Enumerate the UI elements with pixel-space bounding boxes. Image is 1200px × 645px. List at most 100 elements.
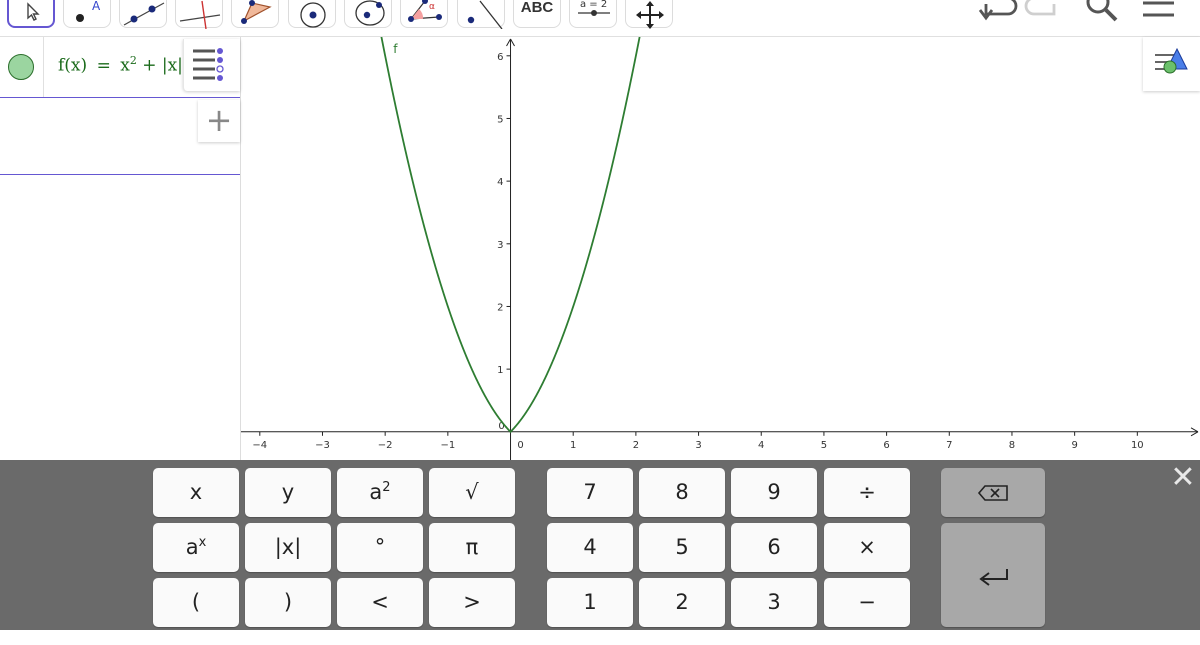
key-greater-than[interactable]: >: [429, 578, 515, 627]
move-graphics-icon: [636, 1, 664, 29]
key-label: a: [369, 480, 383, 504]
enter-key[interactable]: [941, 523, 1045, 627]
graphics-view[interactable]: −4 −3 −2 −1 0 1 2 3 4 5 6 7 8 9 10 1 2 3 4 5 6 0 f: [241, 37, 1200, 460]
key-label: 1: [583, 590, 597, 614]
key-label: 3: [767, 590, 781, 614]
style-bar-button[interactable]: [1143, 37, 1200, 91]
key-6[interactable]: 6: [731, 523, 817, 572]
menu-icon[interactable]: [1140, 0, 1180, 24]
svg-text:A: A: [92, 0, 101, 13]
point-tool-button[interactable]: A: [63, 0, 111, 28]
key-y[interactable]: y: [245, 468, 331, 517]
formula-exponent: 2: [129, 54, 137, 67]
key-label: π: [465, 535, 479, 559]
text-tool-button[interactable]: ABC: [513, 0, 561, 28]
key-4[interactable]: 4: [547, 523, 633, 572]
svg-text:a = 2: a = 2: [580, 0, 607, 10]
function-plot[interactable]: −4 −3 −2 −1 0 1 2 3 4 5 6 7 8 9 101234560f: [241, 37, 1200, 460]
key-x[interactable]: x: [153, 468, 239, 517]
redo-icon[interactable]: [1024, 0, 1064, 24]
y-tick-label: 6: [497, 52, 503, 63]
key-superscript: x: [198, 535, 207, 550]
reflect-tool-button[interactable]: [457, 0, 505, 29]
text-icon: ABC: [520, 0, 554, 16]
function-label: f: [393, 42, 398, 56]
entry-menu-button[interactable]: [183, 39, 240, 91]
key-open-paren[interactable]: (: [153, 578, 239, 627]
x-tick-label: −3: [315, 440, 330, 451]
backspace-key[interactable]: [941, 468, 1045, 517]
perpendicular-tool-button[interactable]: [175, 0, 223, 29]
search-icon[interactable]: [1082, 0, 1122, 24]
key-label: −: [858, 590, 876, 614]
line-icon: [123, 2, 165, 26]
y-tick-label: 1: [497, 365, 503, 376]
key-divide[interactable]: ÷: [824, 468, 910, 517]
key-label: ÷: [858, 480, 876, 504]
key-7[interactable]: 7: [547, 468, 633, 517]
x-tick-label: 10: [1131, 440, 1144, 451]
angle-tool-button[interactable]: α: [400, 0, 448, 28]
x-tick-label: −2: [378, 440, 393, 451]
key-abs[interactable]: |x|: [245, 523, 331, 572]
undo-icon[interactable]: [978, 0, 1020, 24]
y-tick-label: 2: [497, 302, 503, 313]
y-tick-label: 5: [497, 114, 503, 125]
key-a-squared[interactable]: a2: [337, 468, 423, 517]
key-9[interactable]: 9: [731, 468, 817, 517]
math-keyboard: ✕ x y a2 √ 7 8 9 ÷ ax |x| ° π 4 5 6 × ( …: [0, 460, 1200, 630]
key-less-than[interactable]: <: [337, 578, 423, 627]
divider: [43, 37, 44, 97]
move-tool-button[interactable]: [7, 0, 55, 28]
plus-icon[interactable]: +: [198, 100, 240, 142]
x-tick-label: 2: [633, 440, 639, 451]
key-sqrt[interactable]: √: [429, 468, 515, 517]
key-label: 5: [675, 535, 689, 559]
algebra-input-row[interactable]: +: [0, 98, 240, 175]
key-1[interactable]: 1: [547, 578, 633, 627]
x-tick-label: 3: [695, 440, 701, 451]
formula-equals: =: [96, 55, 111, 76]
key-label: (: [191, 590, 201, 614]
algebra-entry[interactable]: f(x) = x2 + |x|: [0, 37, 240, 98]
key-degree[interactable]: °: [337, 523, 423, 572]
formula-base: x: [120, 55, 130, 76]
key-minus[interactable]: −: [824, 578, 910, 627]
key-2[interactable]: 2: [639, 578, 725, 627]
line-tool-button[interactable]: [119, 0, 167, 28]
circle-center-tool-button[interactable]: [288, 0, 336, 28]
move-graphics-tool-button[interactable]: [625, 0, 673, 29]
graphics-style-icon: [1155, 47, 1188, 74]
circle-tool-button[interactable]: [344, 0, 392, 28]
x-tick-label: 4: [758, 440, 764, 451]
close-icon[interactable]: ✕: [1169, 463, 1197, 493]
key-label: 6: [767, 535, 781, 559]
polygon-tool-button[interactable]: [231, 0, 279, 28]
polygon-icon: [241, 0, 272, 24]
key-label: a: [185, 535, 199, 559]
key-label: °: [374, 535, 386, 559]
formula-lhs: f(x): [58, 55, 88, 76]
key-close-paren[interactable]: ): [245, 578, 331, 627]
key-label: ): [283, 590, 293, 614]
key-5[interactable]: 5: [639, 523, 725, 572]
visibility-toggle-icon[interactable]: [8, 54, 34, 80]
slider-tool-button[interactable]: a = 2: [569, 0, 617, 28]
key-multiply[interactable]: ×: [824, 523, 910, 572]
svg-text:α: α: [429, 2, 435, 12]
settings-list-icon: [193, 48, 224, 81]
key-label: 9: [767, 480, 781, 504]
key-3[interactable]: 3: [731, 578, 817, 627]
circle-icon: [355, 0, 385, 26]
function-definition[interactable]: f(x) = x2 + |x|: [58, 54, 183, 76]
key-pi[interactable]: π: [429, 523, 515, 572]
key-label: y: [281, 480, 295, 504]
key-8[interactable]: 8: [639, 468, 725, 517]
key-a-power-x[interactable]: ax: [153, 523, 239, 572]
angle-icon: α: [408, 0, 442, 22]
backspace-icon: [977, 485, 1008, 501]
key-superscript: 2: [382, 480, 391, 495]
algebra-view: f(x) = x2 + |x| +: [0, 37, 241, 460]
circle-center-icon: [300, 2, 326, 28]
x-tick-label: 7: [946, 440, 952, 451]
